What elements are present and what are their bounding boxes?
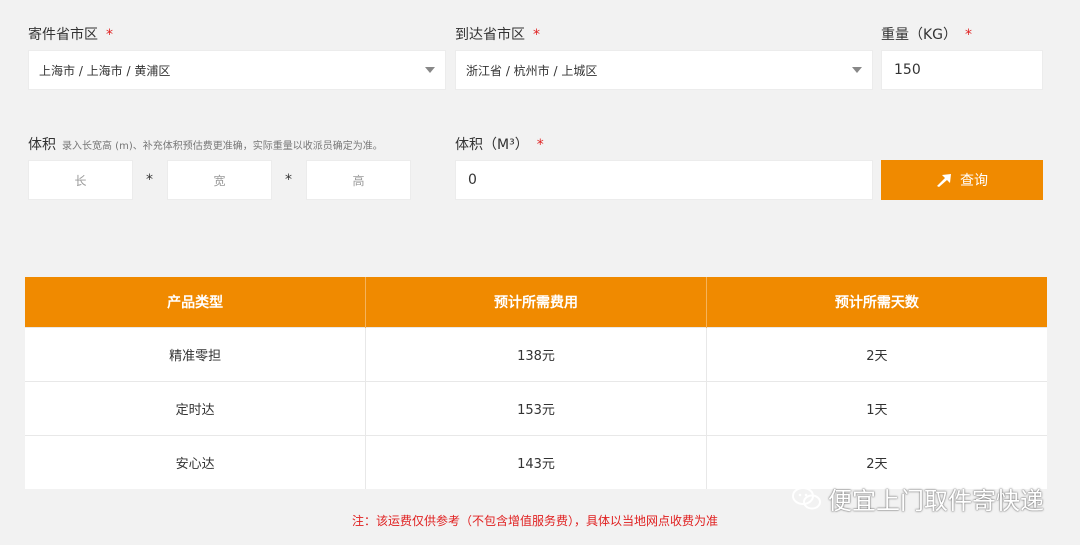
length-input[interactable]: 长 [28, 160, 133, 200]
watermark: 便宜上门取件寄快递 [792, 481, 1044, 516]
header-estimated-cost: 预计所需费用 [365, 277, 707, 327]
volume-input[interactable]: 0 [455, 160, 873, 200]
chevron-down-icon [852, 67, 862, 73]
table-row: 定时达 153元 1天 [25, 380, 1047, 435]
destination-label: 到达省市区 * [455, 24, 540, 44]
weight-required-mark: * [965, 27, 973, 43]
dimensions-label: 体积 录入长宽高 (m)、补充体积预估费更准确，实际重量以收派员确定为准。 [28, 134, 383, 154]
cell-days: 2天 [706, 326, 1047, 381]
destination-select[interactable]: 浙江省 / 杭州市 / 上城区 [455, 50, 873, 90]
destination-required-mark: * [533, 27, 540, 43]
width-placeholder: 宽 [213, 173, 226, 188]
width-input[interactable]: 宽 [167, 160, 272, 200]
arrow-icon [937, 174, 951, 187]
query-button[interactable]: 查询 [881, 160, 1043, 200]
weight-input-value: 150 [894, 62, 921, 78]
dimensions-hint: 录入长宽高 (m)、补充体积预估费更准确，实际重量以收派员确定为准。 [62, 141, 383, 152]
volume-label-text: 体积（M³） [455, 137, 529, 153]
length-placeholder: 长 [74, 173, 87, 188]
destination-select-value: 浙江省 / 杭州市 / 上城区 [466, 63, 598, 78]
table-header-row: 产品类型 预计所需费用 预计所需天数 [25, 277, 1047, 327]
table-row: 精准零担 138元 2天 [25, 326, 1047, 381]
origin-label: 寄件省市区 * [28, 24, 113, 44]
cell-cost: 153元 [365, 380, 707, 435]
cell-product: 安心达 [25, 434, 367, 489]
wechat-icon [792, 486, 821, 509]
origin-select-value: 上海市 / 上海市 / 黄浦区 [39, 63, 171, 78]
disclaimer-note: 注：该运费仅供参考（不包含增值服务费），具体以当地网点收费为准 [351, 514, 718, 528]
dimensions-label-text: 体积 [28, 137, 56, 153]
weight-label-text: 重量（KG） [881, 27, 958, 43]
result-table: 产品类型 预计所需费用 预计所需天数 精准零担 138元 2天 定时达 153元… [25, 277, 1047, 489]
query-button-label: 查询 [960, 173, 988, 189]
cell-product: 定时达 [25, 380, 367, 435]
multiply-sign: * [285, 172, 292, 188]
volume-required-mark: * [536, 137, 544, 153]
cell-product: 精准零担 [25, 326, 367, 381]
header-estimated-days: 预计所需天数 [706, 277, 1047, 327]
cell-cost: 138元 [365, 326, 707, 381]
origin-required-mark: * [106, 27, 113, 43]
chevron-down-icon [425, 67, 435, 73]
volume-label: 体积（M³） * [455, 134, 544, 154]
multiply-sign: * [146, 172, 153, 188]
height-placeholder: 高 [352, 173, 365, 188]
cell-cost: 143元 [365, 434, 707, 489]
origin-select[interactable]: 上海市 / 上海市 / 黄浦区 [28, 50, 446, 90]
height-input[interactable]: 高 [306, 160, 411, 200]
weight-input[interactable]: 150 [881, 50, 1043, 90]
weight-label: 重量（KG） * [881, 24, 972, 44]
volume-input-value: 0 [468, 172, 477, 188]
destination-label-text: 到达省市区 [455, 27, 525, 43]
watermark-text: 便宜上门取件寄快递 [828, 487, 1044, 515]
cell-days: 1天 [706, 380, 1047, 435]
origin-label-text: 寄件省市区 [28, 27, 98, 43]
header-product-type: 产品类型 [25, 277, 367, 327]
